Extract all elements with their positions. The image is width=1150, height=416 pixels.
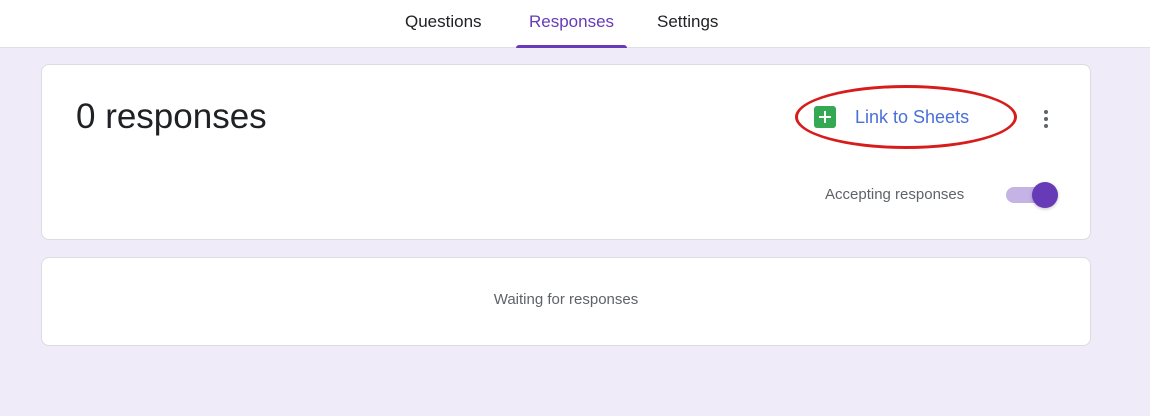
tab-settings-label: Settings	[657, 12, 719, 31]
tab-questions[interactable]: Questions	[392, 0, 495, 47]
top-tab-bar: Questions Responses Settings	[0, 0, 1150, 48]
tab-questions-label: Questions	[405, 12, 482, 31]
active-tab-indicator	[516, 45, 628, 48]
tab-settings[interactable]: Settings	[644, 0, 731, 47]
link-to-sheets-label: Link to Sheets	[855, 106, 970, 127]
tab-responses[interactable]: Responses	[516, 0, 628, 48]
more-vert-icon	[1044, 110, 1048, 114]
more-options-button[interactable]	[1030, 105, 1062, 137]
responses-summary-card: 0 responses Link to Sheets Accepting res…	[41, 64, 1091, 240]
response-count-title: 0 responses	[76, 97, 267, 136]
waiting-for-responses-message: Waiting for responses	[493, 291, 639, 308]
tab-responses-label: Responses	[529, 12, 615, 31]
link-to-sheets-button[interactable]: Link to Sheets	[814, 99, 969, 135]
google-sheets-icon	[814, 106, 836, 128]
accepting-responses-toggle[interactable]	[1006, 182, 1060, 208]
responses-empty-card: Waiting for responses	[41, 257, 1091, 346]
toggle-thumb	[1032, 182, 1058, 208]
accepting-responses-label: Accepting responses	[825, 186, 965, 203]
